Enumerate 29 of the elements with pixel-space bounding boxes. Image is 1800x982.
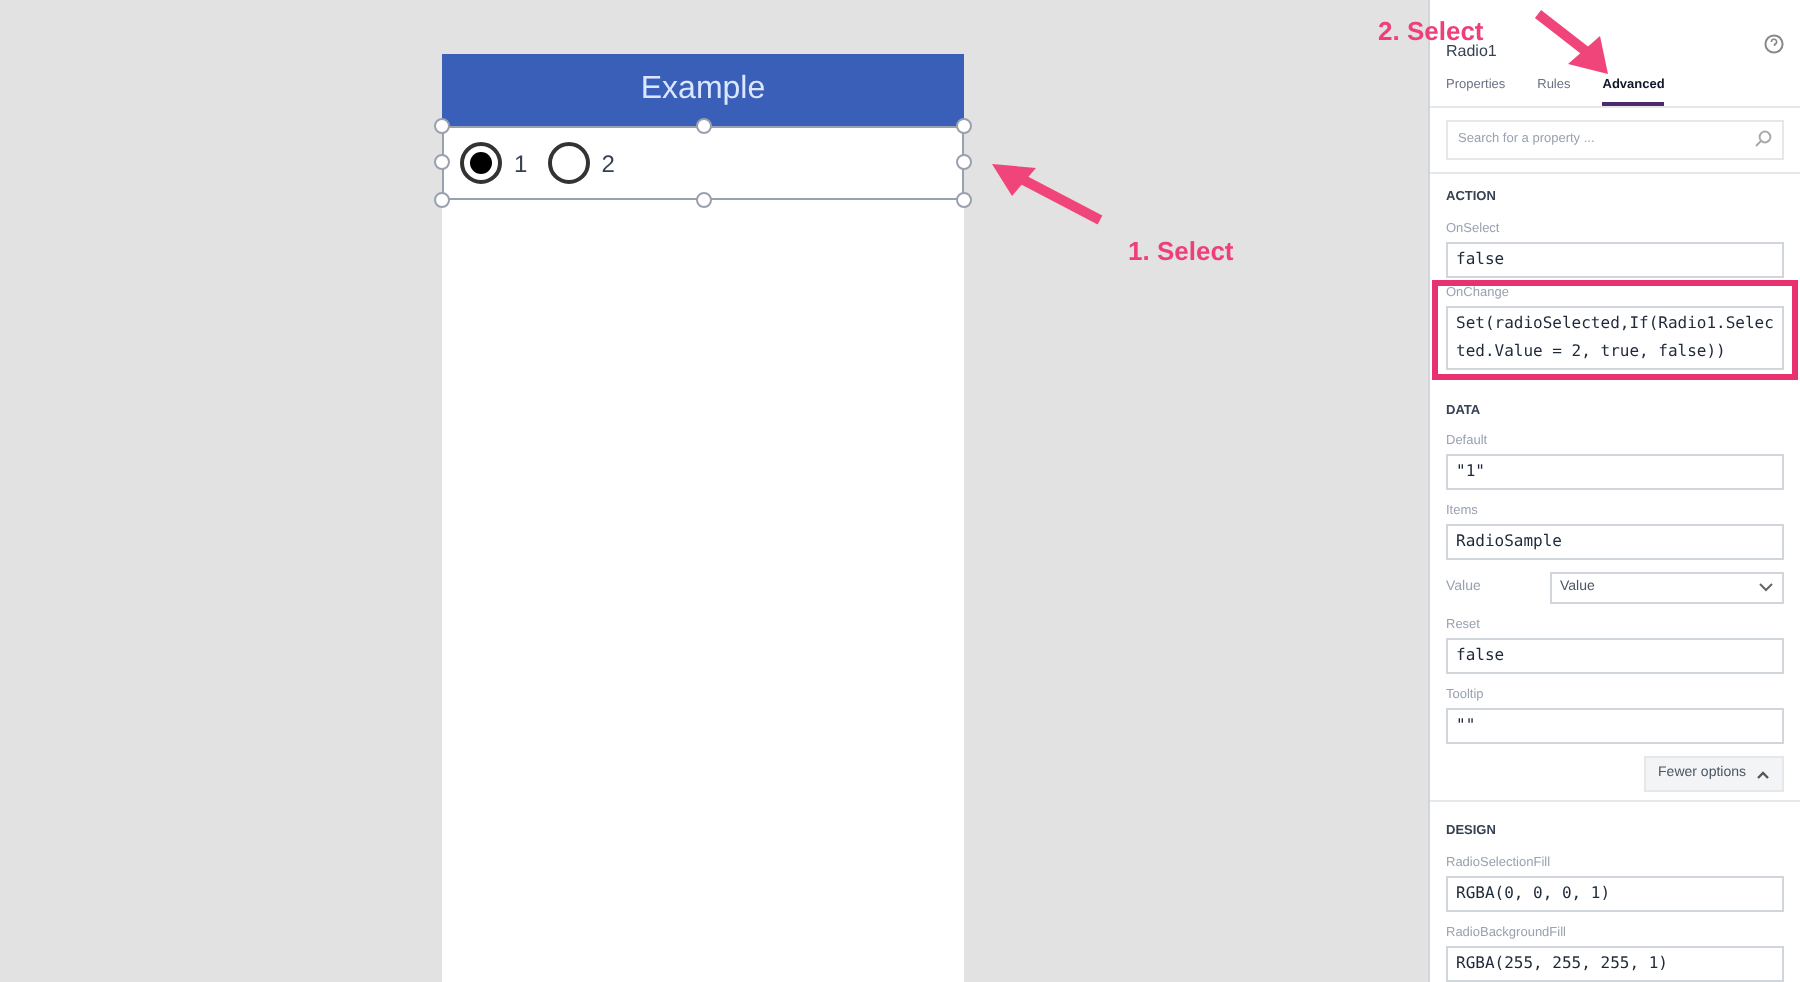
resize-handle[interactable]: [956, 118, 972, 134]
formula-field[interactable]: false: [1446, 638, 1784, 675]
formula-field[interactable]: false: [1446, 241, 1784, 277]
arrow-icon: [1532, 8, 1612, 76]
formula-field[interactable]: RGBA(255, 255, 255, 1): [1446, 946, 1784, 982]
resize-handle[interactable]: [696, 192, 712, 208]
resize-handle[interactable]: [434, 192, 450, 208]
radio-button[interactable]: [547, 142, 590, 184]
formula-field[interactable]: Set(radioSelected,If(Radio1.Selected.Value = 2, true, false)): [1446, 305, 1784, 369]
chevron-up-icon: [1756, 769, 1770, 780]
radio-label: 2: [601, 147, 615, 181]
control-name: Radio1: [1446, 41, 1497, 64]
chevron-down-icon: [1758, 582, 1774, 595]
formula-field[interactable]: "1": [1446, 454, 1784, 491]
resize-handle[interactable]: [956, 154, 972, 170]
resize-handle[interactable]: [434, 154, 450, 170]
formula-field[interactable]: RGBA(0, 0, 0, 1): [1446, 876, 1784, 912]
resize-handle[interactable]: [956, 192, 972, 208]
radio-label: 1: [514, 147, 528, 181]
help-icon[interactable]: [1764, 34, 1784, 54]
resize-handle[interactable]: [696, 118, 712, 134]
formula-field[interactable]: RadioSample: [1446, 524, 1784, 561]
screen-title: Example: [640, 70, 766, 110]
annotation-text: 1. Select: [1128, 234, 1234, 270]
radio-button[interactable]: [460, 142, 502, 184]
arrow-icon: [988, 160, 1108, 228]
formula-field[interactable]: "": [1446, 708, 1784, 745]
resize-handle[interactable]: [434, 118, 450, 134]
search-icon: [1754, 130, 1772, 149]
